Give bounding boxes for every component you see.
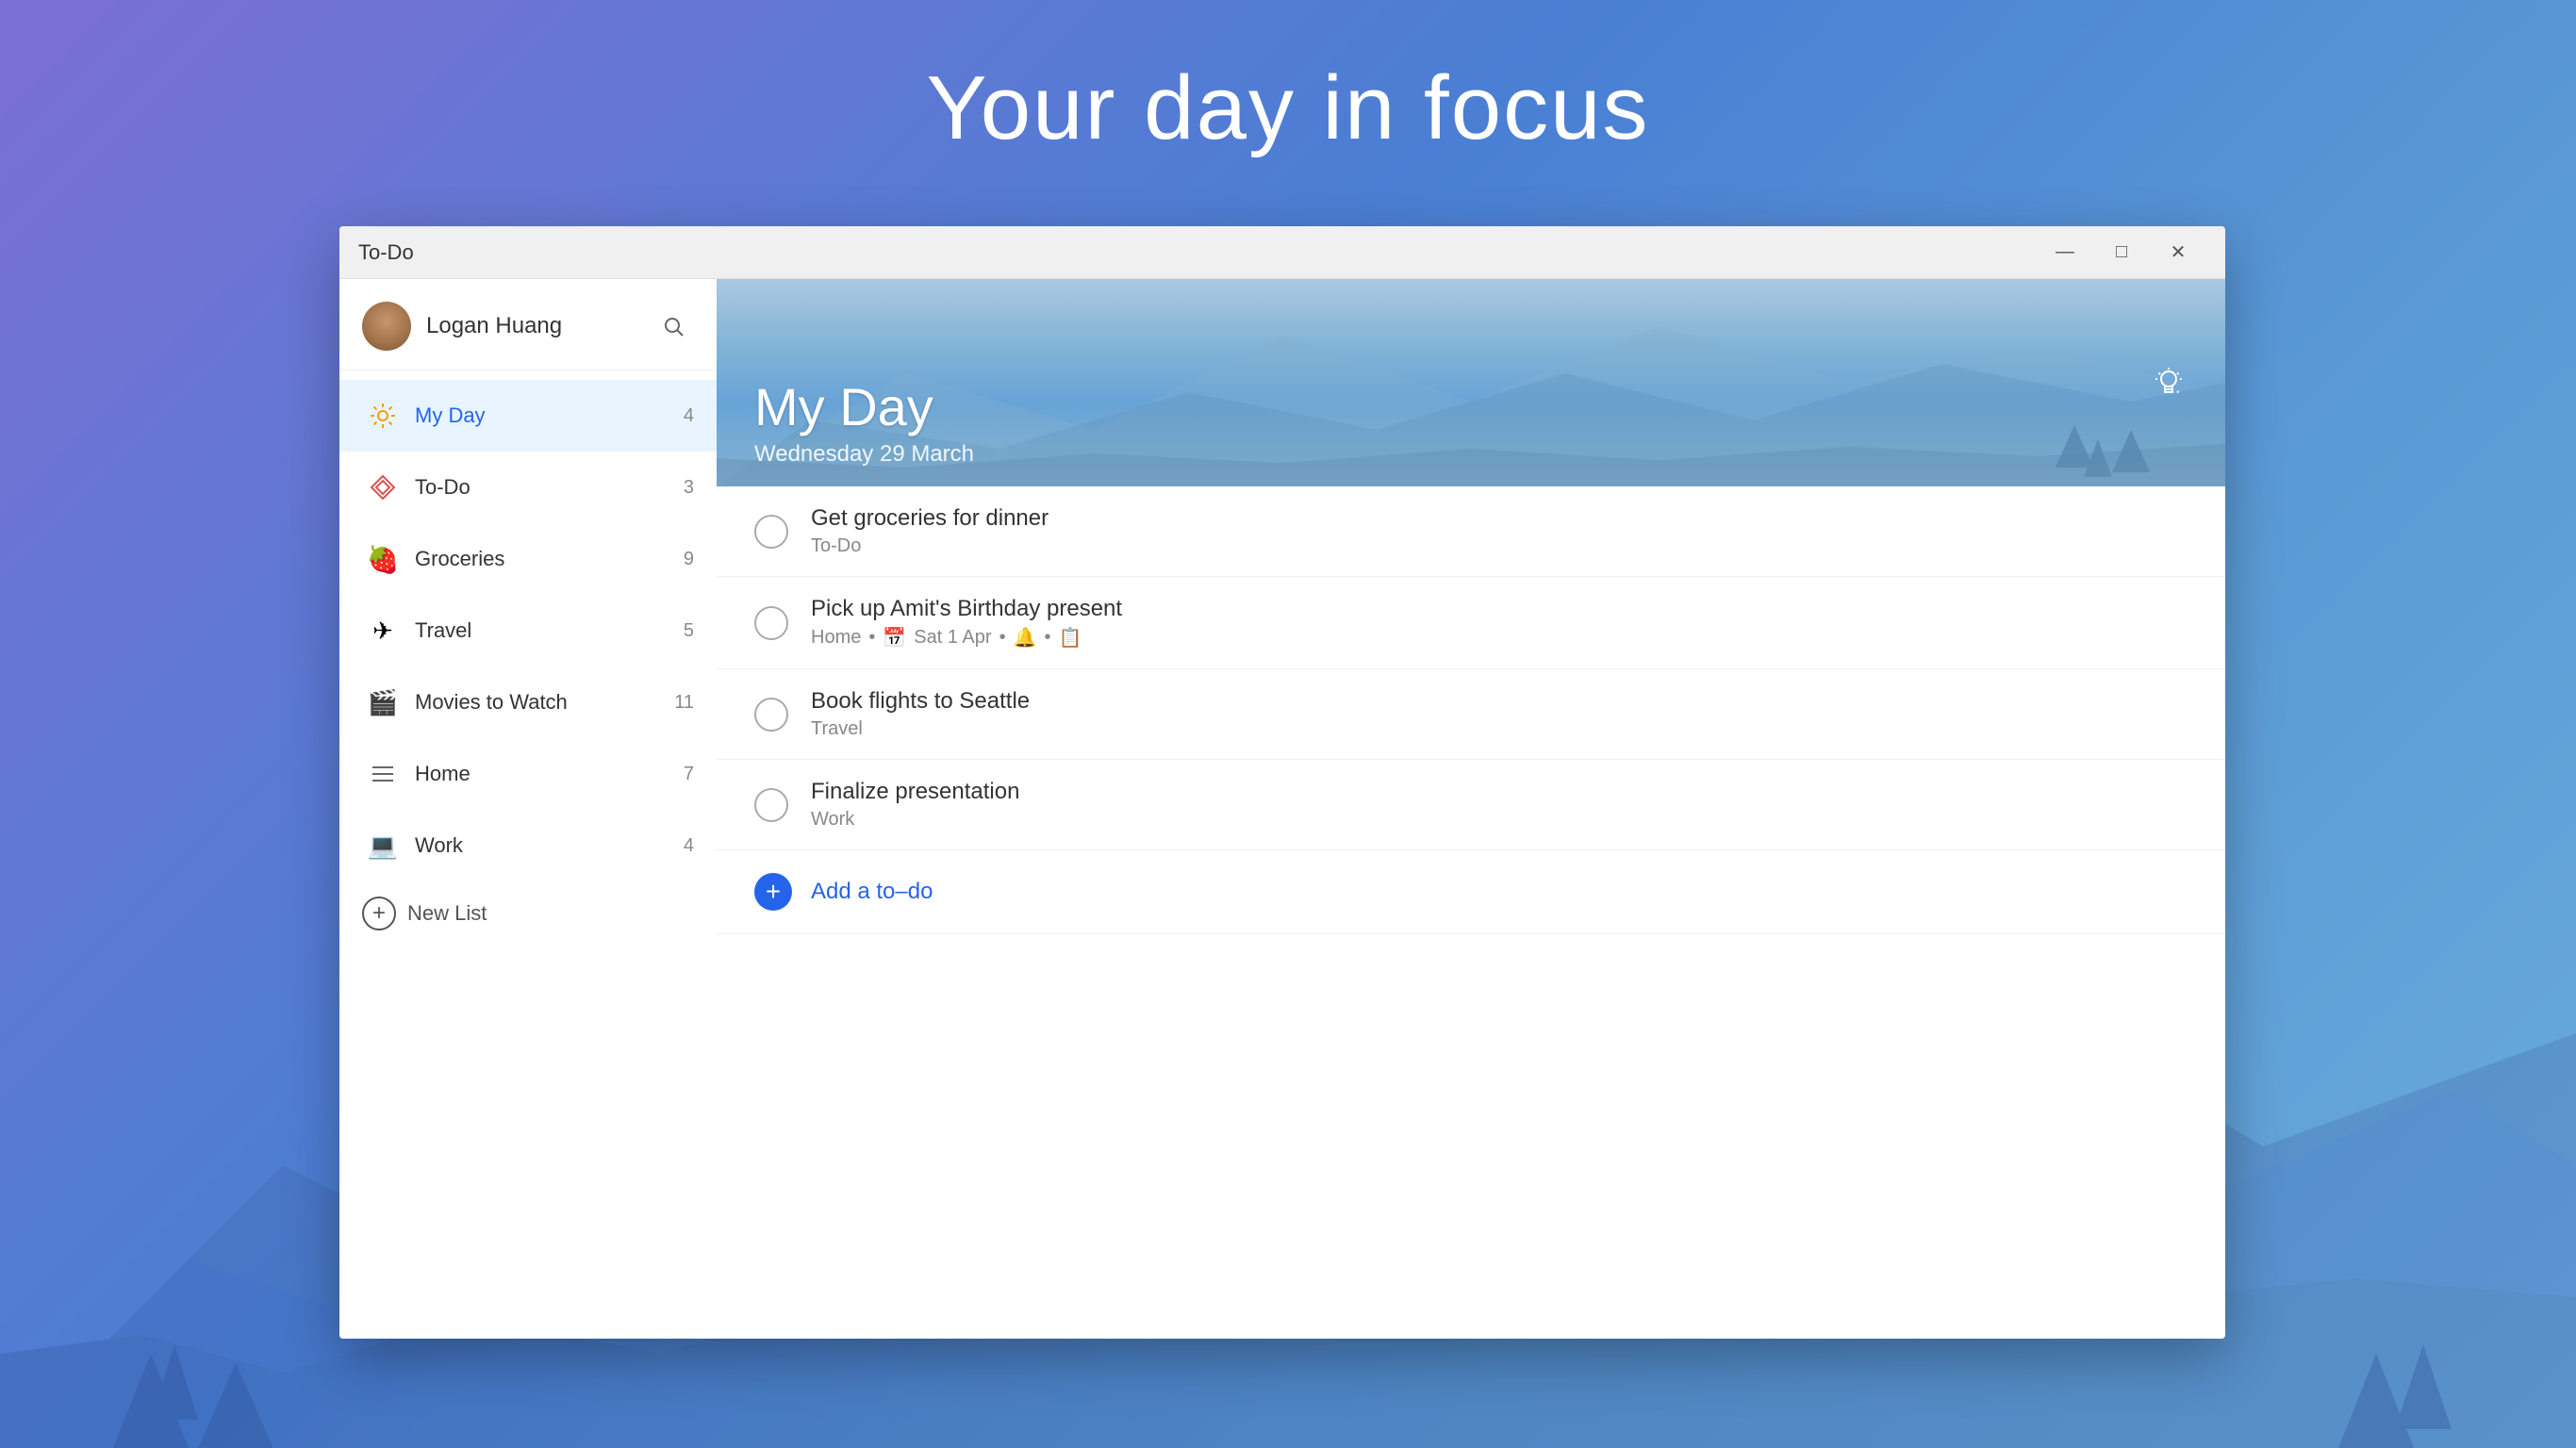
task-details: Book flights to Seattle Travel <box>811 688 2188 740</box>
sidebar-item-home[interactable]: Home 7 <box>339 738 717 810</box>
sidebar-item-my-day[interactable]: My Day 4 <box>339 380 717 452</box>
task-checkbox[interactable] <box>754 515 788 549</box>
panel-title: My Day <box>754 376 974 437</box>
task-checkbox[interactable] <box>754 698 788 732</box>
task-item[interactable]: Get groceries for dinner To-Do <box>717 486 2225 577</box>
sidebar-item-label: Work <box>415 833 684 858</box>
sidebar-item-count: 7 <box>684 764 694 785</box>
close-button[interactable]: ✕ <box>2150 234 2206 272</box>
avatar <box>362 302 411 351</box>
main-panel: My Day Wednesday 29 March <box>717 279 2225 1339</box>
search-button[interactable] <box>652 305 694 347</box>
task-details: Get groceries for dinner To-Do <box>811 505 2188 557</box>
title-bar: To-Do — □ ✕ <box>339 226 2225 279</box>
add-todo-button[interactable]: + Add a to–do <box>717 850 2225 934</box>
suggestions-button[interactable] <box>2142 356 2195 409</box>
main-content: Logan Huang <box>339 279 2225 1339</box>
sidebar-item-count: 11 <box>674 692 694 714</box>
home-icon <box>362 753 404 795</box>
task-checkbox[interactable] <box>754 788 788 822</box>
new-list-label: New List <box>407 901 487 926</box>
task-date: Sat 1 Apr <box>914 627 991 649</box>
lightbulb-icon <box>2152 366 2186 400</box>
task-meta-separator: • <box>868 627 875 649</box>
task-list-name: Travel <box>811 718 863 740</box>
task-title: Pick up Amit's Birthday present <box>811 596 2188 622</box>
user-info: Logan Huang <box>362 302 562 351</box>
panel-subtitle: Wednesday 29 March <box>754 441 974 468</box>
sidebar-item-label: To-Do <box>415 475 684 500</box>
task-item[interactable]: Pick up Amit's Birthday present Home • 📅… <box>717 577 2225 669</box>
task-checkbox[interactable] <box>754 606 788 640</box>
sidebar-item-count: 3 <box>684 477 694 499</box>
app-window: To-Do — □ ✕ Logan Huang <box>339 226 2225 1339</box>
my-day-icon <box>369 402 397 430</box>
task-list-name: Work <box>811 809 854 831</box>
task-meta: To-Do <box>811 535 2188 557</box>
sidebar-item-to-do[interactable]: To-Do 3 <box>339 452 717 523</box>
task-list: Get groceries for dinner To-Do Pick up A… <box>717 486 2225 1339</box>
sidebar-item-work[interactable]: 💻 Work 4 <box>339 810 717 881</box>
task-details: Pick up Amit's Birthday present Home • 📅… <box>811 596 2188 650</box>
task-meta-separator: • <box>1044 627 1050 649</box>
plus-icon: + <box>362 897 396 930</box>
task-item[interactable]: Book flights to Seattle Travel <box>717 669 2225 760</box>
panel-header-content: My Day Wednesday 29 March <box>754 376 974 468</box>
sidebar-item-label: Home <box>415 762 684 786</box>
page-title: Your day in focus <box>0 0 2576 160</box>
add-todo-label: Add a to–do <box>811 879 933 905</box>
search-icon <box>662 315 685 337</box>
sidebar-item-label: Travel <box>415 618 684 643</box>
sidebar: Logan Huang <box>339 279 717 1339</box>
todo-icon <box>362 467 404 508</box>
sidebar-item-count: 9 <box>684 549 694 570</box>
work-icon: 💻 <box>362 825 404 866</box>
sidebar-item-count: 4 <box>684 835 694 857</box>
add-icon: + <box>754 873 792 911</box>
sun-icon <box>362 395 404 436</box>
maximize-button[interactable]: □ <box>2093 234 2150 272</box>
task-item[interactable]: Finalize presentation Work <box>717 760 2225 850</box>
task-title: Get groceries for dinner <box>811 505 2188 532</box>
sidebar-item-label: Movies to Watch <box>415 690 674 715</box>
calendar-icon: 📅 <box>883 626 906 650</box>
movies-icon: 🎬 <box>362 682 404 723</box>
panel-header: My Day Wednesday 29 March <box>717 279 2225 486</box>
sidebar-item-label: Groceries <box>415 547 684 571</box>
sidebar-item-travel[interactable]: ✈ Travel 5 <box>339 595 717 666</box>
sidebar-item-movies[interactable]: 🎬 Movies to Watch 11 <box>339 666 717 738</box>
reminder-icon: 🔔 <box>1014 626 1037 650</box>
window-controls: — □ ✕ <box>2037 234 2206 272</box>
sidebar-header: Logan Huang <box>339 279 717 370</box>
new-list-button[interactable]: + New List <box>339 881 717 946</box>
task-meta-separator: • <box>999 627 1006 649</box>
sidebar-item-count: 5 <box>684 620 694 642</box>
groceries-icon: 🍓 <box>362 538 404 580</box>
task-list-name: To-Do <box>811 535 861 557</box>
task-title: Book flights to Seattle <box>811 688 2188 715</box>
travel-icon: ✈ <box>362 610 404 651</box>
sidebar-item-groceries[interactable]: 🍓 Groceries 9 <box>339 523 717 595</box>
task-meta: Travel <box>811 718 2188 740</box>
task-details: Finalize presentation Work <box>811 779 2188 831</box>
window-title: To-Do <box>358 240 2037 265</box>
task-meta: Work <box>811 809 2188 831</box>
sidebar-item-label: My Day <box>415 403 684 428</box>
task-meta: Home • 📅 Sat 1 Apr • 🔔 • 📋 <box>811 626 2188 650</box>
sidebar-item-count: 4 <box>684 405 694 427</box>
sidebar-nav: My Day 4 To-Do 3 🍓 <box>339 370 717 1339</box>
task-list-name: Home <box>811 627 861 649</box>
note-icon: 📋 <box>1059 626 1082 650</box>
user-name: Logan Huang <box>426 313 562 339</box>
task-title: Finalize presentation <box>811 779 2188 805</box>
minimize-button[interactable]: — <box>2037 234 2093 272</box>
